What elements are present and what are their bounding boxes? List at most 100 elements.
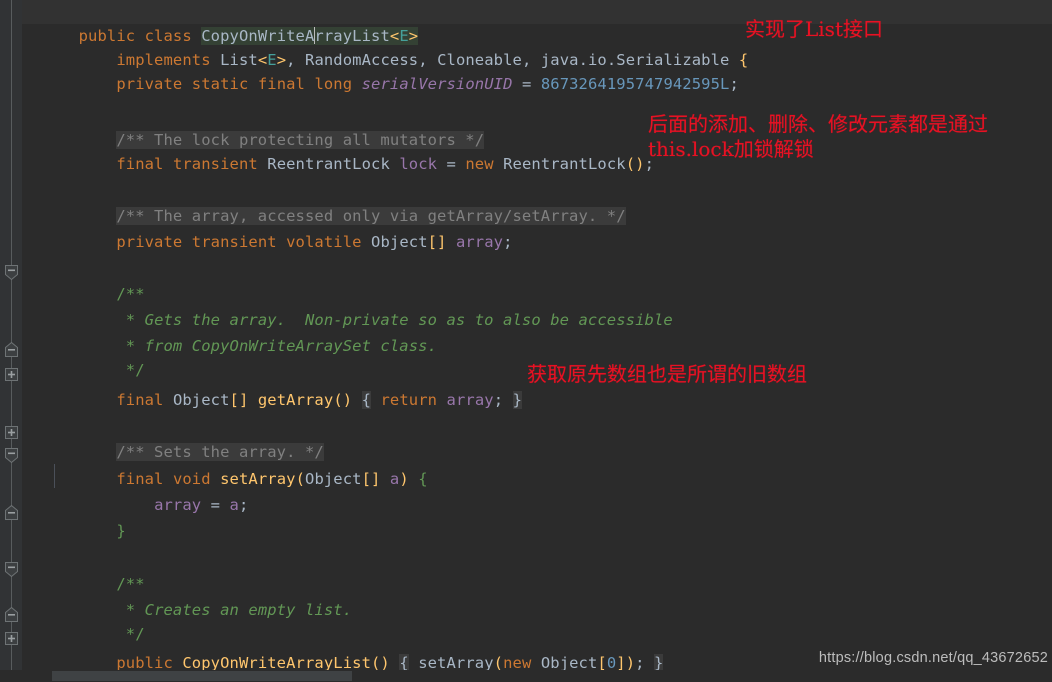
code-line-23[interactable]: * Creates an empty list.: [22, 574, 352, 619]
code-line-5[interactable]: /** The lock protecting all mutators */: [22, 104, 485, 149]
token-array-brackets: []: [361, 470, 381, 488]
fold-marker-plus-constructor-body[interactable]: [3, 630, 20, 647]
token-paren-open: (: [295, 470, 306, 488]
code-line-24[interactable]: */: [22, 598, 145, 643]
folded-brace-open-getarray[interactable]: {: [361, 391, 372, 409]
code-line-12[interactable]: * Gets the array. Non-private so as to a…: [22, 284, 673, 329]
code-line-11[interactable]: /**: [22, 258, 145, 303]
indent-guide: [54, 464, 55, 488]
token-type-object: Object: [305, 470, 362, 488]
horizontal-scrollbar-thumb[interactable]: [52, 671, 352, 681]
code-line-13[interactable]: * from CopyOnWriteArraySet class.: [22, 310, 437, 355]
token-keyword-private: private: [116, 75, 183, 93]
token-field-lock: lock: [399, 155, 438, 173]
token-type-reentrantlock: ReentrantLock: [267, 155, 390, 173]
code-line-9[interactable]: private transient volatile Object[] arra…: [22, 206, 513, 251]
token-semicolon: ;: [238, 496, 249, 514]
token-parens: (): [371, 654, 390, 670]
token-semicolon: ;: [729, 75, 739, 93]
token-number-serialuid: 8673264195747942595L: [540, 75, 730, 93]
annotation-lock-usage: 后面的添加、删除、修改元素都是通过 this.lock加锁解锁: [648, 112, 988, 161]
token-call-setarray: setArray: [418, 654, 494, 670]
code-line-3[interactable]: private static final long serialVersionU…: [22, 48, 739, 93]
fold-marker-collapsed-end-constructor-javadoc[interactable]: [3, 606, 20, 623]
token-semicolon: ;: [635, 654, 645, 670]
fold-marker-plus-getarray-body[interactable]: [3, 366, 20, 383]
folded-brace-close-constructor[interactable]: }: [654, 654, 664, 670]
token-bracket-close: ]: [616, 654, 626, 670]
code-line-19[interactable]: array = a;: [22, 469, 248, 514]
code-line-22[interactable]: /**: [22, 548, 145, 593]
token-ctor-reentrantlock: ReentrantLock: [503, 155, 626, 173]
token-type-object: Object: [371, 233, 428, 251]
code-line-15[interactable]: final Object[] getArray() { return array…: [22, 364, 523, 409]
fold-marker-expanded-javadoc-constructor[interactable]: [3, 561, 20, 578]
code-line-8[interactable]: /** The array, accessed only via getArra…: [22, 180, 626, 225]
token-equals: =: [437, 155, 466, 173]
token-keyword-volatile: volatile: [286, 233, 362, 251]
token-number-zero: 0: [606, 654, 617, 670]
token-keyword-final: final: [257, 75, 305, 93]
watermark-url: https://blog.csdn.net/qq_43672652: [818, 650, 1048, 666]
token-field-serialversionuid: serialVersionUID: [361, 75, 513, 93]
token-keyword-final: final: [116, 155, 164, 173]
token-parens: (): [625, 155, 645, 173]
fold-marker-collapsed-end-javadoc[interactable]: [3, 341, 20, 358]
token-semicolon: ;: [503, 233, 513, 251]
token-array-brackets: []: [427, 233, 447, 251]
token-keyword-transient: transient: [172, 155, 258, 173]
code-line-14[interactable]: */: [22, 334, 145, 379]
folded-brace-open-constructor[interactable]: {: [399, 654, 409, 670]
code-text-area[interactable]: public class CopyOnWriteArrayList<E> imp…: [22, 0, 1052, 670]
token-keyword-private: private: [116, 233, 183, 251]
token-method-getarray: getArray: [257, 391, 334, 409]
javadoc-text-from-set: from CopyOnWriteArraySet class.: [144, 337, 438, 355]
javadoc-text-creates-empty-list: Creates an empty list.: [144, 601, 353, 619]
token-field-array: array: [154, 496, 202, 514]
fold-marker-expanded-setarray-body[interactable]: [3, 447, 20, 464]
token-keyword-long: long: [314, 75, 353, 93]
code-line-18[interactable]: final void setArray(Object[] a) {: [22, 443, 428, 488]
token-brace-open-setarray: {: [418, 470, 428, 488]
editor-gutter[interactable]: [0, 0, 22, 670]
code-line-6[interactable]: final transient ReentrantLock lock = new…: [22, 128, 654, 173]
code-editor[interactable]: public class CopyOnWriteArrayList<E> imp…: [0, 0, 1052, 682]
token-param-a: a: [389, 470, 400, 488]
code-line-17[interactable]: /** Sets the array. */: [22, 416, 324, 461]
fold-marker-expanded-javadoc-getarray[interactable]: [3, 264, 20, 281]
code-line-2[interactable]: implements List<E>, RandomAccess, Clonea…: [22, 24, 748, 69]
fold-marker-collapsed-end-setarray[interactable]: [3, 504, 20, 521]
folded-brace-close-getarray[interactable]: }: [512, 391, 523, 409]
token-equals: =: [512, 75, 541, 93]
code-line-20[interactable]: }: [22, 495, 126, 540]
token-bracket-open: [: [597, 654, 607, 670]
token-paren-close: ): [625, 654, 636, 670]
fold-marker-plus-setarray-comment[interactable]: [3, 424, 20, 441]
token-param-a: a: [229, 496, 239, 514]
token-brace-open: {: [738, 51, 749, 69]
horizontal-scrollbar-track[interactable]: [0, 670, 1052, 682]
token-keyword-new: new: [465, 155, 494, 173]
code-line-1[interactable]: public class CopyOnWriteArrayList<E>: [22, 0, 419, 45]
code-line-25[interactable]: public CopyOnWriteArrayList() { setArray…: [22, 627, 664, 670]
